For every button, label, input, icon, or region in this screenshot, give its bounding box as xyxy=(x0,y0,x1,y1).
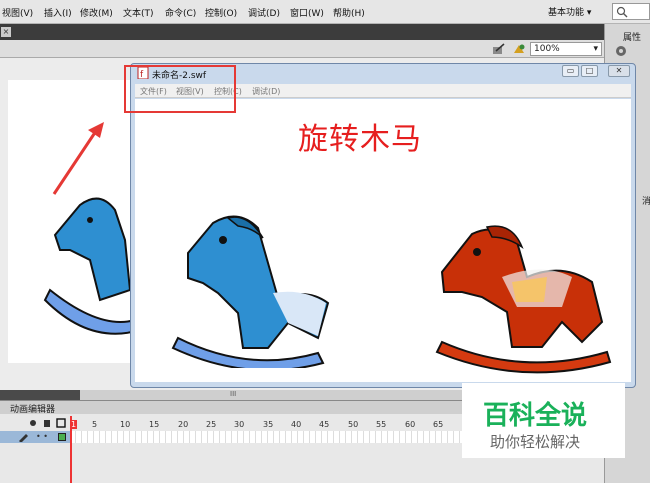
menu-modify[interactable]: 修改(M) xyxy=(80,6,113,19)
eye-icon xyxy=(30,420,36,426)
tick-35: 35 xyxy=(263,420,274,429)
tick-50: 50 xyxy=(348,420,359,429)
tick-65: 65 xyxy=(433,420,444,429)
close-button[interactable]: ✕ xyxy=(608,65,630,77)
watermark-subtitle: 助你轻松解决 xyxy=(490,433,581,451)
timeline-layer-icons xyxy=(30,418,66,428)
blue-rocking-horse-icon xyxy=(171,215,330,368)
outline-icon xyxy=(56,418,66,428)
document-tab-strip xyxy=(0,24,604,40)
menu-debug[interactable]: 调试(D) xyxy=(248,6,280,19)
menu-control[interactable]: 控制(O) xyxy=(205,6,237,19)
stage-scrollbar[interactable]: III xyxy=(80,390,480,400)
tick-40: 40 xyxy=(291,420,302,429)
wrench-icon[interactable] xyxy=(613,44,629,58)
panel-label-2: 消 xyxy=(642,197,650,207)
close-icon[interactable]: × xyxy=(1,27,11,37)
tick-55: 55 xyxy=(376,420,387,429)
search-input[interactable] xyxy=(612,3,650,20)
swf-heading: 旋转木马 xyxy=(298,122,422,157)
menu-window[interactable]: 窗口(W) xyxy=(290,6,324,19)
edit-symbol-icon[interactable] xyxy=(492,43,506,55)
tick-15: 15 xyxy=(149,420,160,429)
layer-row[interactable]: • • xyxy=(0,431,70,443)
menu-view[interactable]: 视图(V) xyxy=(2,6,33,19)
chevron-down-icon: ▾ xyxy=(593,44,598,54)
highlight-box xyxy=(124,65,236,113)
edit-scene-icon[interactable] xyxy=(512,43,526,55)
maximize-button[interactable]: □ xyxy=(581,65,598,77)
tick-45: 45 xyxy=(319,420,330,429)
current-frame: 1 xyxy=(70,420,78,429)
search-icon xyxy=(616,6,628,18)
tick-10: 10 xyxy=(120,420,131,429)
properties-label: 属性 xyxy=(623,33,642,43)
zoom-select[interactable]: 100% ▾ xyxy=(530,42,602,56)
pencil-icon xyxy=(19,434,28,442)
minimize-button[interactable]: ▭ xyxy=(562,65,579,77)
swf-menu-debug[interactable]: 调试(D) xyxy=(252,86,280,97)
tick-5: 5 xyxy=(92,420,98,429)
red-rocking-horse-icon xyxy=(435,225,612,374)
tick-60: 60 xyxy=(405,420,416,429)
watermark-title: 百科全说 xyxy=(483,401,588,431)
tick-25: 25 xyxy=(206,420,217,429)
menu-text[interactable]: 文本(T) xyxy=(123,6,154,19)
workspace-switcher[interactable]: 基本功能 ▾ xyxy=(548,5,591,18)
menu-commands[interactable]: 命令(C) xyxy=(165,6,196,19)
lock-icon xyxy=(44,420,50,427)
menu-help[interactable]: 帮助(H) xyxy=(333,6,365,19)
menu-insert[interactable]: 插入(I) xyxy=(44,6,72,19)
tick-20: 20 xyxy=(178,420,189,429)
tick-30: 30 xyxy=(234,420,245,429)
